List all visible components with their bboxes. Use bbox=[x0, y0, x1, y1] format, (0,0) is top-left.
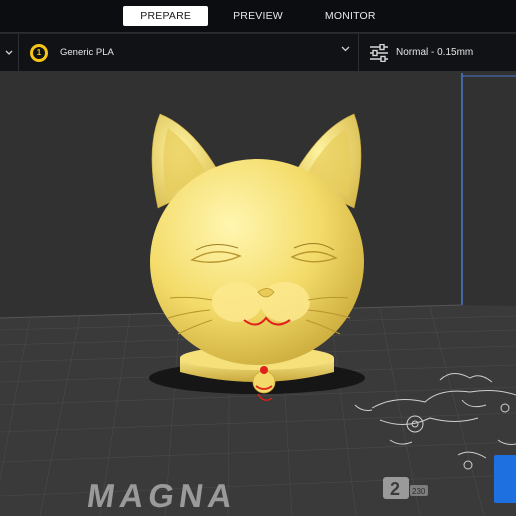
plate-model-size: 230 bbox=[412, 487, 426, 496]
print-settings-selector[interactable]: Normal - 0.15mm bbox=[359, 34, 516, 71]
chevron-down-icon bbox=[5, 50, 13, 55]
stage-bar: PREPARE PREVIEW MONITOR bbox=[0, 0, 516, 32]
material-selector[interactable]: 1 Generic PLA bbox=[19, 34, 359, 71]
material-label: Generic PLA bbox=[60, 47, 114, 58]
scene-canvas: MAGNA 2 230 bbox=[0, 71, 516, 516]
tab-prepare[interactable]: PREPARE bbox=[123, 6, 209, 26]
tab-monitor[interactable]: MONITOR bbox=[308, 6, 393, 26]
tab-preview[interactable]: PREVIEW bbox=[216, 6, 300, 26]
extruder-icon: 1 bbox=[30, 43, 48, 62]
printer-selector[interactable] bbox=[0, 34, 19, 71]
settings-bar: 1 Generic PLA Normal - 0.15mm bbox=[0, 33, 516, 72]
chevron-down-icon bbox=[341, 46, 350, 52]
blue-panel-edge[interactable] bbox=[494, 455, 516, 503]
sliders-icon bbox=[370, 43, 388, 62]
3d-viewport[interactable]: MAGNA 2 230 bbox=[0, 71, 516, 516]
extruder-number: 1 bbox=[33, 46, 45, 59]
plate-brand-text: MAGNA bbox=[85, 478, 240, 515]
print-profile-label: Normal - 0.15mm bbox=[396, 47, 474, 58]
plate-model-number: 2 bbox=[390, 479, 400, 499]
